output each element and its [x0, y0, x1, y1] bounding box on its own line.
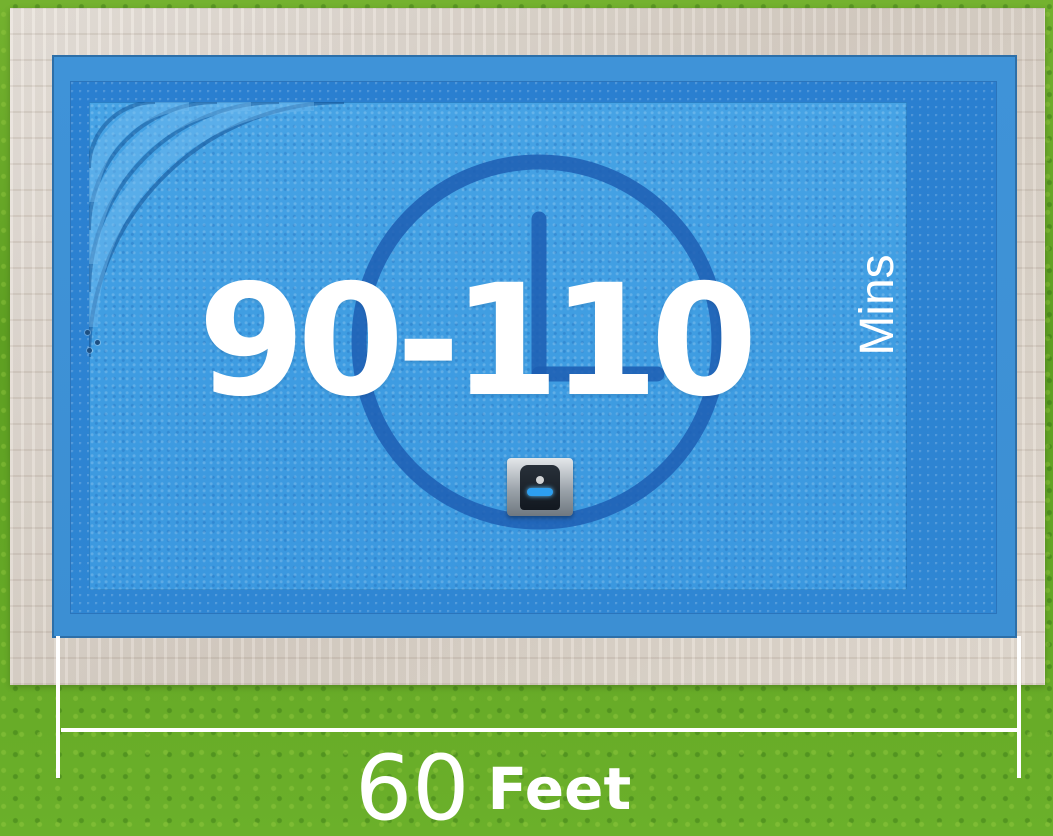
- cleaning-time-unit: Mins: [851, 254, 904, 356]
- robot-body: [520, 465, 560, 510]
- measurement-right-tick: [1017, 636, 1021, 778]
- pool-cleaning-graphic: 90-110 Mins 60 Feet: [0, 0, 1053, 836]
- measurement-left-tick: [56, 636, 60, 778]
- pool-width-value: 60: [355, 736, 470, 836]
- pool-width-unit: Feet: [487, 755, 632, 823]
- jet-icon: [95, 340, 100, 345]
- wifi-icon: [536, 476, 544, 484]
- jet-icon: [87, 348, 92, 353]
- cleaning-time-range: 90-110: [198, 252, 758, 431]
- measurement-line: [61, 728, 1017, 732]
- pool-width-label: 60 Feet: [355, 744, 735, 834]
- jet-icon: [85, 330, 90, 335]
- status-light: [527, 488, 553, 496]
- pool-robot-icon: [507, 458, 573, 516]
